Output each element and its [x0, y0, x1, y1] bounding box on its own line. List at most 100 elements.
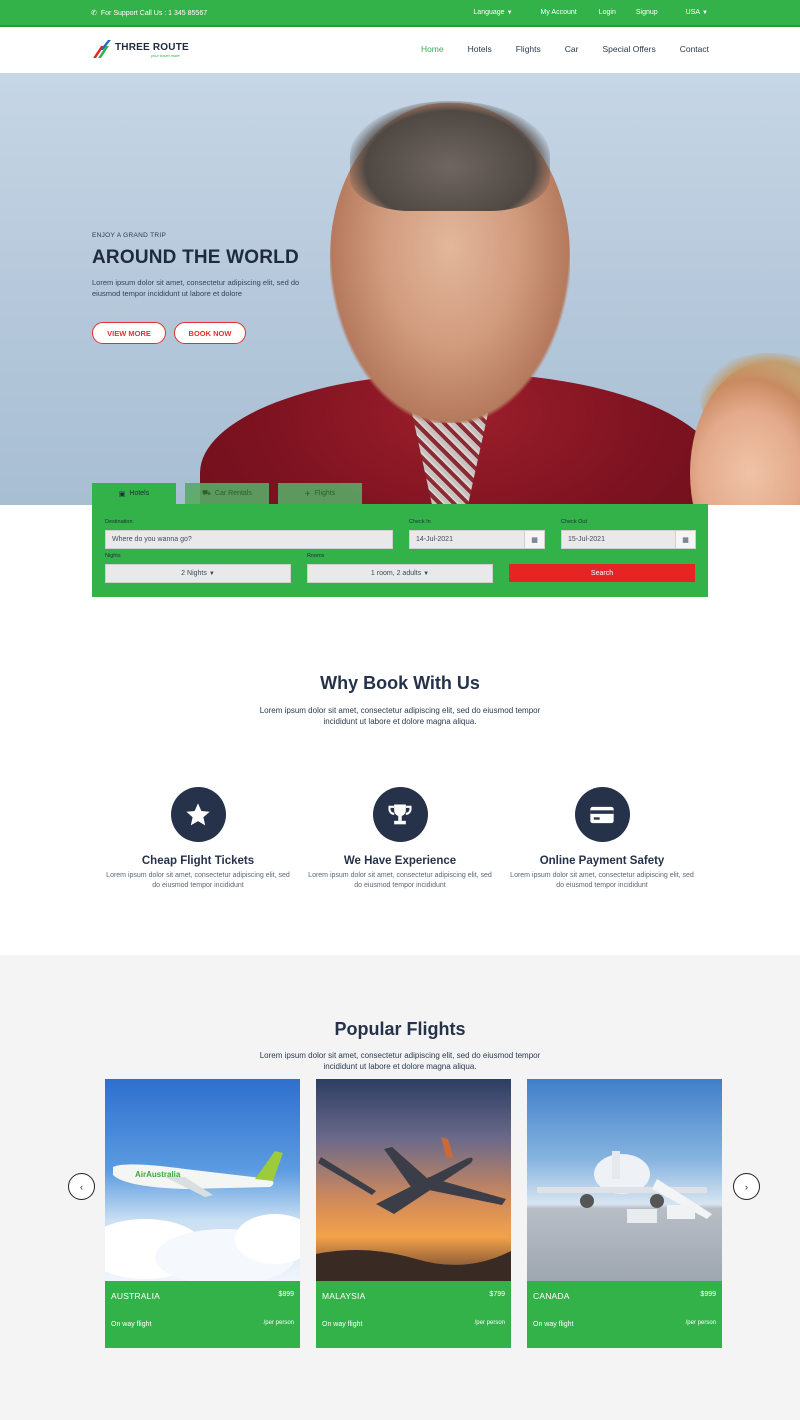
language-dropdown[interactable]: Language ▼ [473, 9, 512, 16]
popular-title: Popular Flights [334, 1019, 466, 1039]
signup-link[interactable]: Signup [636, 9, 658, 16]
card-per: /per person [685, 1320, 716, 1326]
card-country: AUSTRALIA [111, 1291, 161, 1301]
country-dropdown[interactable]: USA ▼ [686, 9, 708, 16]
carousel-prev-button[interactable]: ‹ [68, 1173, 95, 1200]
flight-card[interactable]: AirAustralia AUSTRALIA $899 On way fligh… [105, 1079, 300, 1348]
destination-placeholder: Where do you wanna go? [112, 536, 192, 543]
feature-payment-safety: Online Payment Safety Lorem ipsum dolor … [507, 787, 697, 891]
hero-photo-hair [350, 101, 550, 211]
nights-label: Nights [105, 553, 121, 559]
flight-card[interactable]: CANADA $999 On way flight /per person [527, 1079, 722, 1348]
card-price: $999 [700, 1291, 716, 1298]
nights-value: 2 Nights [181, 570, 207, 577]
destination-label: Destination [105, 519, 133, 525]
car-icon: ⛟ [202, 490, 211, 497]
checkin-value: 14-Jul-2021 [416, 536, 453, 543]
checkout-value: 15-Jul-2021 [568, 536, 605, 543]
search-form: Destination Where do you wanna go? Check… [92, 504, 708, 597]
chevron-down-icon: ▼ [506, 10, 513, 16]
logo[interactable]: THREE ROUTE your travel mate [91, 36, 191, 62]
tab-hotels-label: Hotels [129, 490, 150, 497]
search-button[interactable]: Search [509, 564, 695, 582]
tab-flights[interactable]: ✈ Flights [278, 483, 362, 504]
checkin-field[interactable]: 14-Jul-2021 ▦ [409, 530, 545, 549]
popular-description: Lorem ipsum dolor sit amet, consectetur … [259, 1051, 541, 1071]
plane-icon: ✈ [304, 490, 311, 498]
hero-text: ENJOY A GRAND TRIP AROUND THE WORLD Lore… [92, 232, 312, 299]
top-bar: ✆ For Support Call Us : 1 345 85567 Lang… [0, 0, 800, 27]
nav-car[interactable]: Car [565, 44, 579, 54]
card-way: On way flight [322, 1321, 363, 1328]
feature-description: Lorem ipsum dolor sit amet, consectetur … [106, 872, 290, 889]
rooms-value: 1 room, 2 adults [370, 570, 422, 577]
hotel-icon: ▣ [118, 490, 126, 498]
logo-name: THREE ROUTE [115, 42, 189, 53]
support-text: For Support Call Us : 1 345 85567 [100, 9, 208, 17]
flight-image-australia: AirAustralia [105, 1079, 300, 1281]
chevron-down-icon: ▼ [423, 570, 430, 577]
phone-icon: ✆ [91, 10, 97, 17]
feature-description: Lorem ipsum dolor sit amet, consectetur … [510, 872, 694, 889]
card-price: $799 [489, 1291, 505, 1298]
calendar-icon[interactable]: ▦ [675, 531, 695, 548]
card-per: /per person [263, 1320, 294, 1326]
card-country: MALAYSIA [322, 1291, 366, 1301]
book-now-button[interactable]: BOOK NOW [174, 322, 246, 344]
flight-image-canada [527, 1079, 722, 1281]
credit-card-icon [574, 787, 630, 842]
star-icon [170, 787, 226, 842]
nav-special-offers[interactable]: Special Offers [602, 44, 655, 54]
my-account-link[interactable]: My Account [541, 9, 577, 16]
language-label: Language [473, 9, 505, 16]
flight-card[interactable]: MALAYSIA $799 On way flight /per person [316, 1079, 511, 1348]
chevron-left-icon: ‹ [80, 1181, 83, 1192]
tab-hotels[interactable]: ▣ Hotels [92, 483, 176, 504]
nav-hotels[interactable]: Hotels [468, 44, 492, 54]
card-per: /per person [474, 1320, 505, 1326]
hero-buttons: VIEW MORE BOOK NOW [92, 322, 246, 344]
rooms-select[interactable]: 1 room, 2 adults ▼ [307, 564, 493, 583]
feature-experience: We Have Experience Lorem ipsum dolor sit… [305, 787, 495, 891]
card-price: $899 [278, 1291, 294, 1298]
why-title: Why Book With Us [320, 673, 480, 693]
feature-title: We Have Experience [343, 855, 457, 867]
nav-home[interactable]: Home [421, 44, 444, 54]
logo-icon [93, 40, 111, 58]
feature-title: Online Payment Safety [539, 855, 665, 867]
login-link[interactable]: Login [599, 9, 616, 16]
top-links: Language ▼ My Account Login Signup USA ▼ [473, 9, 708, 16]
trophy-icon [372, 787, 428, 842]
chevron-down-icon: ▼ [208, 570, 215, 577]
hero-title: AROUND THE WORLD [92, 247, 299, 268]
checkout-label: Check Out [561, 519, 587, 525]
search-tabs: ▣ Hotels ⛟ Car Rentals ✈ Flights [92, 483, 362, 504]
flight-image-malaysia [316, 1079, 511, 1281]
logo-tagline: your travel mate [151, 53, 180, 58]
nav-contact[interactable]: Contact [680, 44, 709, 54]
hero-kicker: ENJOY A GRAND TRIP [92, 232, 167, 239]
chevron-down-icon: ▼ [702, 10, 708, 16]
tab-car-rentals-label: Car Rentals [214, 490, 252, 497]
why-description: Lorem ipsum dolor sit amet, consectetur … [259, 706, 541, 726]
rooms-label: Rooms [307, 553, 325, 559]
checkin-label: Check In [409, 519, 431, 525]
card-country: CANADA [533, 1291, 570, 1301]
card-way: On way flight [533, 1321, 574, 1328]
nights-select[interactable]: 2 Nights ▼ [105, 564, 291, 583]
main-nav: Home Hotels Flights Car Special Offers C… [397, 44, 709, 54]
feature-cheap-tickets: Cheap Flight Tickets Lorem ipsum dolor s… [103, 787, 293, 891]
destination-input[interactable]: Where do you wanna go? [105, 530, 393, 549]
checkout-field[interactable]: 15-Jul-2021 ▦ [561, 530, 696, 549]
tab-car-rentals[interactable]: ⛟ Car Rentals [185, 483, 269, 504]
feature-description: Lorem ipsum dolor sit amet, consectetur … [308, 872, 492, 889]
nav-flights[interactable]: Flights [516, 44, 541, 54]
chevron-right-icon: › [745, 1181, 748, 1192]
main-header: THREE ROUTE your travel mate Home Hotels… [0, 27, 800, 73]
view-more-button[interactable]: VIEW MORE [92, 322, 166, 344]
svg-text:AirAustralia: AirAustralia [135, 1170, 181, 1179]
hero-description: Lorem ipsum dolor sit amet, consectetur … [92, 278, 300, 298]
card-way: On way flight [111, 1321, 152, 1328]
carousel-next-button[interactable]: › [733, 1173, 760, 1200]
calendar-icon[interactable]: ▦ [524, 531, 544, 548]
